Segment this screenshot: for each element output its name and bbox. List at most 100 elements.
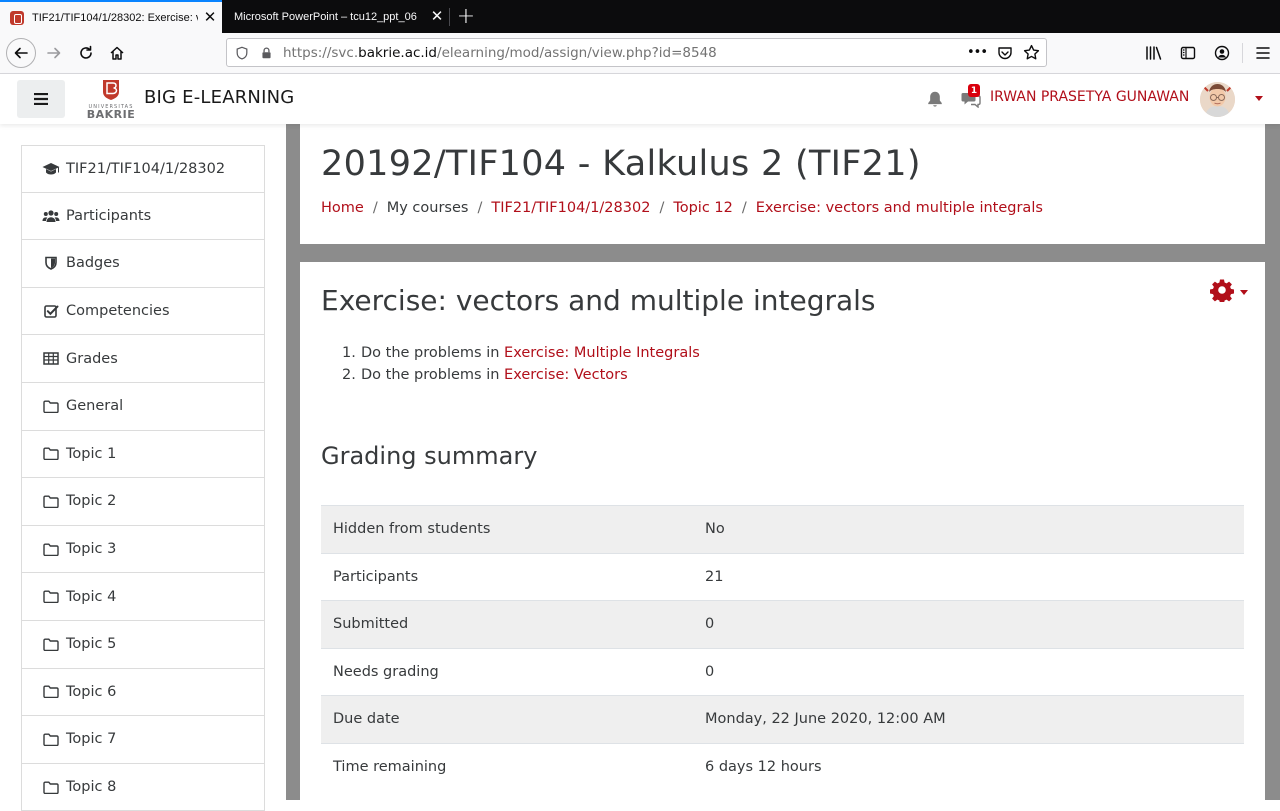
browser-toolbar-right <box>1137 38 1280 68</box>
gear-caret-icon[interactable] <box>1240 290 1248 295</box>
menu-button[interactable] <box>1246 38 1280 68</box>
reload-button[interactable] <box>71 38 101 68</box>
drawer-item-topic-3[interactable]: Topic 3 <box>21 525 265 574</box>
table-row: Hidden from students No <box>321 505 1244 553</box>
user-avatar[interactable] <box>1200 82 1235 117</box>
table-row: Due date Monday, 22 June 2020, 12:00 AM <box>321 695 1244 743</box>
drawer-item-grades[interactable]: Grades <box>21 335 265 383</box>
breadcrumb-separator: / <box>477 200 483 216</box>
grading-summary-table: Hidden from students No Participants 21 … <box>321 505 1244 791</box>
site-name[interactable]: BIG E-LEARNING <box>144 87 294 108</box>
new-tab-button[interactable]: + <box>452 0 480 33</box>
user-menu-caret-icon[interactable] <box>1255 96 1263 101</box>
back-button[interactable] <box>6 38 36 68</box>
nav-drawer: TIF21/TIF104/1/28302 Participants Badges… <box>21 145 265 811</box>
breadcrumb-home[interactable]: Home <box>321 200 364 216</box>
table-row: Needs grading 0 <box>321 648 1244 696</box>
sidebar-button[interactable] <box>1171 38 1205 68</box>
drawer-item-topic-8[interactable]: Topic 8 <box>21 763 265 811</box>
library-button[interactable] <box>1137 38 1171 68</box>
url-host: bakrie.ac.id <box>358 44 438 61</box>
shield-icon <box>42 255 60 271</box>
browser-tab-active[interactable]: TIF21/TIF104/1/28302: Exercise: vectors … <box>0 0 222 33</box>
row-label: Needs grading <box>333 663 439 680</box>
list-item: 2. Do the problems in Exercise: Vectors <box>342 367 700 389</box>
lock-icon[interactable] <box>257 44 275 62</box>
drawer-item-label: Badges <box>66 255 120 272</box>
drawer-item-course[interactable]: TIF21/TIF104/1/28302 <box>21 145 265 193</box>
drawer-item-participants[interactable]: Participants <box>21 192 265 241</box>
assignment-card: Exercise: vectors and multiple integrals… <box>300 262 1265 800</box>
home-button[interactable] <box>102 38 132 68</box>
breadcrumb-current[interactable]: Exercise: vectors and multiple integrals <box>756 200 1043 216</box>
row-value: Monday, 22 June 2020, 12:00 AM <box>705 711 946 728</box>
tab-title: Microsoft PowerPoint – tcu12_ppt_06 <box>234 10 417 23</box>
drawer-item-topic-1[interactable]: Topic 1 <box>21 430 265 479</box>
breadcrumb-course[interactable]: TIF21/TIF104/1/28302 <box>491 200 650 216</box>
arrow-right-icon <box>47 47 61 59</box>
drawer-item-topic-2[interactable]: Topic 2 <box>21 478 265 526</box>
row-label: Time remaining <box>333 759 447 775</box>
drawer-item-label: Grades <box>66 350 118 367</box>
drawer-item-general[interactable]: General <box>21 382 265 431</box>
table-row: Participants 21 <box>321 553 1244 601</box>
shield-icon[interactable] <box>233 44 251 62</box>
hamburger-icon <box>34 93 48 105</box>
breadcrumb-topic[interactable]: Topic 12 <box>673 200 733 216</box>
assignment-instructions: 1. Do the problems in Exercise: Multiple … <box>342 345 700 389</box>
university-logo[interactable]: UNIVERSITAS BAKRIE <box>84 78 138 122</box>
row-value: No <box>705 521 725 538</box>
tab-close-icon[interactable]: ✕ <box>425 9 449 24</box>
row-label: Hidden from students <box>333 521 491 538</box>
notifications-bell-icon[interactable] <box>926 90 944 108</box>
browser-tab-bar: TIF21/TIF104/1/28302: Exercise: vectors … <box>0 0 1280 33</box>
grading-summary-title: Grading summary <box>321 442 538 470</box>
folder-icon <box>42 398 60 414</box>
folder-icon <box>42 493 60 509</box>
url-bar[interactable]: https://svc.bakrie.ac.id/elearning/mod/a… <box>226 38 1047 67</box>
pocket-icon[interactable] <box>997 45 1013 61</box>
url-prefix: https://svc. <box>283 44 359 61</box>
drawer-item-label: Topic 4 <box>66 588 117 605</box>
breadcrumb-separator: / <box>659 200 665 216</box>
graduation-cap-icon <box>42 161 60 177</box>
breadcrumb-separator: / <box>741 200 747 216</box>
gear-icon[interactable] <box>1210 278 1234 304</box>
forward-button[interactable] <box>39 38 69 68</box>
tab-close-icon[interactable]: ✕ <box>198 10 222 25</box>
drawer-item-competencies[interactable]: Competencies <box>21 287 265 336</box>
page-actions-icon[interactable]: ••• <box>967 45 988 60</box>
site-header: UNIVERSITAS BAKRIE BIG E-LEARNING 1 IRWA… <box>0 74 1280 124</box>
drawer-item-label: Topic 2 <box>66 493 117 510</box>
list-number: 1. <box>342 345 356 361</box>
browser-nav-bar: https://svc.bakrie.ac.id/elearning/mod/a… <box>0 33 1280 74</box>
drawer-item-topic-4[interactable]: Topic 4 <box>21 573 265 621</box>
list-number: 2. <box>342 367 356 383</box>
drawer-item-topic-7[interactable]: Topic 7 <box>21 716 265 764</box>
url-text[interactable]: https://svc.bakrie.ac.id/elearning/mod/a… <box>283 45 967 61</box>
user-name[interactable]: IRWAN PRASETYA GUNAWAN <box>990 89 1189 105</box>
drawer-item-label: Topic 3 <box>66 541 117 558</box>
drawer-item-topic-6[interactable]: Topic 6 <box>21 668 265 717</box>
breadcrumb-separator: / <box>372 200 378 216</box>
folder-icon <box>42 446 60 462</box>
folder-icon <box>42 589 60 605</box>
bookmark-star-icon[interactable] <box>1023 44 1040 61</box>
account-button[interactable] <box>1205 38 1239 68</box>
menu-icon <box>1256 47 1270 59</box>
exercise-vectors-link[interactable]: Exercise: Vectors <box>504 367 628 383</box>
folder-icon <box>42 731 60 747</box>
url-path: /elearning/mod/assign/view.php?id=8548 <box>437 44 717 61</box>
drawer-item-topic-5[interactable]: Topic 5 <box>21 620 265 669</box>
breadcrumb-my-courses: My courses <box>386 200 469 216</box>
browser-tab-inactive[interactable]: Microsoft PowerPoint – tcu12_ppt_06 ✕ <box>223 0 449 33</box>
exercise-multiple-integrals-link[interactable]: Exercise: Multiple Integrals <box>504 345 700 361</box>
account-icon <box>1214 45 1230 61</box>
drawer-item-label: General <box>66 398 124 415</box>
drawer-item-badges[interactable]: Badges <box>21 240 265 288</box>
drawer-toggle-button[interactable] <box>17 80 65 118</box>
home-icon <box>110 46 124 60</box>
arrow-left-icon <box>14 47 28 59</box>
toolbar-separator <box>1242 43 1243 63</box>
drawer-item-label: Topic 6 <box>66 683 117 700</box>
